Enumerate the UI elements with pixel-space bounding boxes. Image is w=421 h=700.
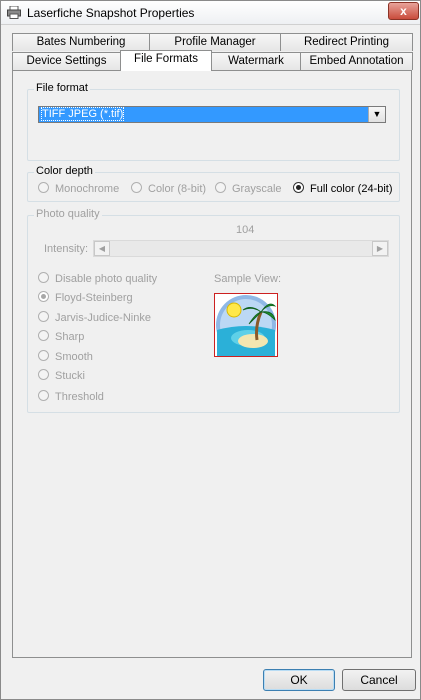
chevron-down-icon[interactable]: ▼ [368,107,385,122]
radio-grayscale[interactable]: Grayscale [215,182,282,195]
radio-dot [215,182,226,193]
radio-floyd-steinberg[interactable]: Floyd-Steinberg [38,291,133,304]
radio-label: Color (8-bit) [148,183,207,195]
tab-file-formats[interactable]: File Formats [120,50,212,71]
tab-device-settings[interactable]: Device Settings [12,52,121,70]
radio-dot [38,330,49,341]
radio-jarvis-judice-ninke[interactable]: Jarvis-Judice-Ninke [38,311,151,324]
properties-dialog: Laserfiche Snapshot Properties x Bates N… [0,0,421,700]
radio-label: Jarvis-Judice-Ninke [55,312,151,324]
close-button[interactable]: x [388,2,419,20]
printer-icon [7,6,21,19]
radio-threshold[interactable]: Threshold [38,390,104,403]
cancel-button[interactable]: Cancel [342,669,416,691]
close-icon: x [400,4,407,18]
tab-profile-manager[interactable]: Profile Manager [149,33,281,51]
radio-dot [131,182,142,193]
radio-dot [38,291,49,302]
radio-color-8bit[interactable]: Color (8-bit) [131,182,206,195]
intensity-value: 104 [236,224,255,236]
radio-label: Smooth [55,351,93,363]
radio-dot [38,369,49,380]
arrow-right-icon[interactable]: ▶ [372,241,388,256]
window-title: Laserfiche Snapshot Properties [27,6,195,20]
ok-button[interactable]: OK [263,669,335,691]
island-palm-image [216,295,277,356]
radio-dot [38,182,49,193]
radio-label: Full color (24-bit) [310,183,393,195]
sample-view-image [214,293,278,357]
radio-dot [38,311,49,322]
radio-label: Stucki [55,370,85,382]
intensity-label: Intensity: [44,243,89,255]
radio-dot [38,390,49,401]
intensity-slider[interactable]: ◀ ▶ [93,240,389,257]
radio-label: Monochrome [55,183,120,195]
radio-dot [38,272,49,283]
radio-label: Threshold [55,391,104,403]
radio-label: Floyd-Steinberg [55,292,133,304]
radio-sharp[interactable]: Sharp [38,330,84,343]
photo-quality-label: Photo quality [34,208,102,220]
file-format-select[interactable]: TIFF JPEG (*.tif) ▼ [38,106,386,123]
radio-monochrome[interactable]: Monochrome [38,182,119,195]
radio-dot [38,350,49,361]
radio-label: Disable photo quality [55,273,158,285]
radio-smooth[interactable]: Smooth [38,350,93,363]
color-depth-label: Color depth [34,165,95,177]
radio-disable-photo-quality[interactable]: Disable photo quality [38,272,157,285]
tab-embed-annotation[interactable]: Embed Annotation [300,52,413,70]
title-bar: Laserfiche Snapshot Properties x [1,1,420,25]
file-format-group: File format [27,82,400,161]
tab-watermark[interactable]: Watermark [211,52,301,70]
radio-full-color[interactable]: Full color (24-bit) [293,182,393,195]
radio-label: Sharp [55,331,85,343]
radio-dot [293,182,304,193]
file-format-label: File format [34,82,90,94]
tab-redirect-printing[interactable]: Redirect Printing [280,33,413,51]
arrow-left-icon[interactable]: ◀ [94,241,110,256]
file-format-selected: TIFF JPEG (*.tif) [40,107,125,121]
radio-label: Grayscale [232,183,282,195]
tab-bates-numbering[interactable]: Bates Numbering [12,33,150,51]
sample-view-label: Sample View: [214,273,282,285]
radio-stucki[interactable]: Stucki [38,369,85,382]
